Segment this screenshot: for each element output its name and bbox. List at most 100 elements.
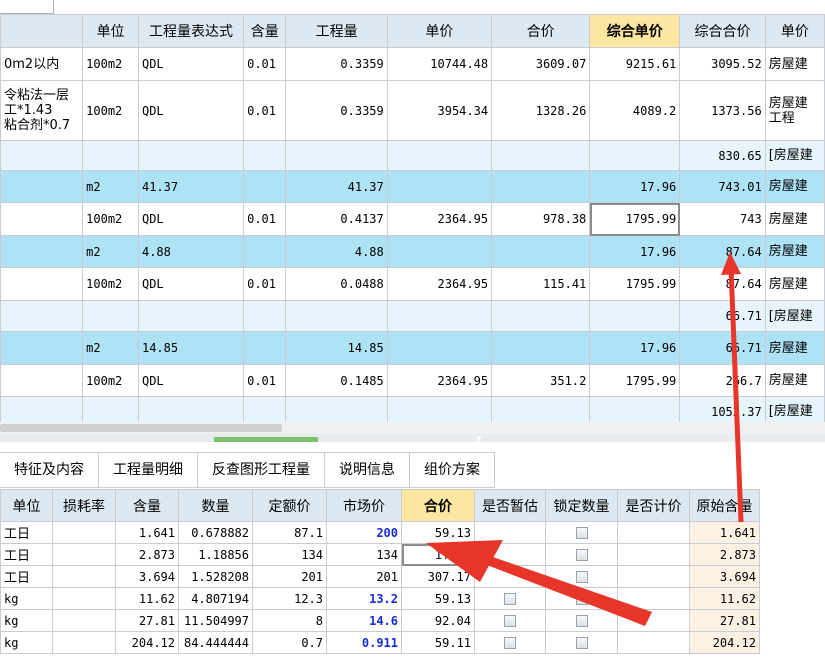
cell-name[interactable]: 令粘法一层 工*1.43 粘合剂*0.7 (0, 80, 84, 141)
cell-loss-rate[interactable] (52, 521, 116, 544)
tab-2[interactable]: 工程量明细 (99, 452, 198, 488)
est-checkbox[interactable] (474, 631, 546, 654)
upper-grid-row[interactable]: m2 14.85 14.85 17.96 66.71 房屋建 (0, 331, 825, 365)
upper-grid-row[interactable]: 0m2以内 100m2 QDL 0.01 0.3359 10744.48 3609.07 92… (0, 47, 825, 81)
price-flag-checkbox[interactable] (617, 609, 690, 632)
cell-quota-price[interactable]: 12.3 (252, 587, 327, 610)
cell-unit[interactable]: kg (0, 631, 53, 654)
upper-col-header[interactable]: 单价 (386, 14, 493, 48)
panel-splitter[interactable]: ▼ (0, 434, 825, 443)
upper-grid-row[interactable]: 100m2 QDL 0.01 0.1485 2364.95 351.2 1795.99 266… (0, 364, 825, 397)
cell-price[interactable]: 10744.48 (386, 47, 493, 81)
cell-total[interactable]: 1?.27 (401, 543, 475, 566)
resource-row[interactable]: 工日 1.641 0.678882 87.1 200 59.13 1.641 (0, 521, 760, 544)
cell-quantity[interactable]: 1.528208 (178, 565, 253, 588)
cell-category[interactable]: 房屋建 (764, 202, 825, 236)
cell-market-price[interactable]: 134 (326, 543, 402, 566)
cell-loss-rate[interactable] (52, 609, 116, 632)
cell-category[interactable]: 房屋建 (764, 364, 825, 397)
upper-col-header[interactable]: 单价 (764, 14, 825, 48)
cell-category[interactable]: 房屋建 (764, 267, 825, 301)
cell-quota-price[interactable]: 201 (252, 565, 327, 588)
upper-grid-row[interactable]: 66.71 [房屋建 (0, 300, 825, 332)
cell-unit[interactable]: 100m2 (82, 80, 139, 141)
cell-unit[interactable]: 100m2 (82, 364, 139, 397)
cell-total[interactable]: 978.38 (491, 202, 591, 236)
cell-quantity[interactable]: 1.18856 (178, 543, 253, 566)
tab-1[interactable]: 特征及内容 (0, 452, 99, 488)
cell-price[interactable]: 2364.95 (386, 267, 493, 301)
cell-total[interactable]: 351.2 (491, 364, 591, 397)
price-flag-checkbox[interactable] (617, 587, 690, 610)
cell-comp-price[interactable]: 1795.99 (589, 202, 681, 236)
checkbox-icon[interactable] (504, 615, 516, 627)
upper-grid-row[interactable]: 830.65 [房屋建 (0, 140, 825, 171)
cell-market-price[interactable]: 200 (326, 521, 402, 544)
est-checkbox[interactable] (474, 587, 546, 610)
cell-content[interactable]: 0.01 (243, 47, 287, 81)
cell-total[interactable] (491, 170, 591, 203)
cell-qty[interactable]: 41.37 (285, 170, 388, 203)
upper-col-header[interactable]: 综合合价 (679, 14, 766, 48)
est-checkbox[interactable] (474, 543, 546, 566)
resource-col-header[interactable]: 合价 (401, 489, 475, 522)
cell-content[interactable]: 204.12 (115, 631, 179, 654)
resource-col-header[interactable]: 锁定数量 (545, 489, 618, 522)
cell-total[interactable] (491, 140, 591, 171)
resource-row[interactable]: 工日 2.873 1.18856 134 134 1?.27 2.873 (0, 543, 760, 566)
cell-comp-price[interactable]: 4089.2 (589, 80, 681, 141)
checkbox-icon[interactable] (504, 593, 516, 605)
cell-comp-total[interactable]: 1052.37 (679, 396, 766, 422)
cell-original-content[interactable]: 3.694 (689, 565, 760, 588)
cell-price[interactable] (386, 396, 493, 422)
cell-expr[interactable]: QDL (137, 202, 245, 236)
cell-unit[interactable] (82, 396, 139, 422)
cell-total[interactable]: 59.11 (401, 631, 475, 654)
cell-original-content[interactable]: 11.62 (689, 587, 760, 610)
upper-col-header[interactable]: 单位 (82, 14, 139, 48)
cell-comp-price[interactable] (589, 300, 681, 332)
resource-row[interactable]: 工日 3.694 1.528208 201 201 307.17 3.694 (0, 565, 760, 588)
cell-original-content[interactable]: 27.81 (689, 609, 760, 632)
cell-unit[interactable] (82, 300, 139, 332)
resource-row[interactable]: kg 11.62 4.807194 12.3 13.2 59.13 11.62 (0, 587, 760, 610)
cell-comp-total[interactable]: 87.64 (679, 235, 766, 268)
cell-qty[interactable] (285, 140, 388, 171)
cell-content[interactable]: 2.873 (115, 543, 179, 566)
cell-qty[interactable]: 0.3359 (285, 80, 388, 141)
cell-total[interactable] (491, 235, 591, 268)
cell-price[interactable] (386, 140, 493, 171)
price-flag-checkbox[interactable] (617, 631, 690, 654)
cell-expr[interactable]: 4.88 (137, 235, 245, 268)
upper-col-header[interactable]: 工程量 (285, 14, 388, 48)
cell-name[interactable] (0, 170, 84, 203)
cell-qty[interactable] (285, 300, 388, 332)
cell-comp-total[interactable]: 3095.52 (679, 47, 766, 81)
horizontal-scrollbar[interactable] (0, 422, 825, 434)
cell-qty[interactable]: 0.0488 (285, 267, 388, 301)
cell-category[interactable]: 房屋建 (764, 235, 825, 268)
top-left-tab[interactable] (0, 0, 54, 14)
checkbox-icon[interactable] (575, 593, 588, 605)
upper-grid-row[interactable]: 1052.37 [房屋建 (0, 396, 825, 422)
cell-price[interactable] (386, 331, 493, 365)
cell-quota-price[interactable]: 8 (252, 609, 327, 632)
cell-total[interactable]: 1328.26 (491, 80, 591, 141)
cell-comp-total[interactable]: 743 (679, 202, 766, 236)
cell-unit[interactable]: 工日 (0, 543, 53, 566)
cell-name[interactable] (0, 364, 84, 397)
cell-comp-total[interactable]: 66.71 (679, 300, 766, 332)
est-checkbox[interactable] (474, 565, 546, 588)
cell-unit[interactable]: kg (0, 587, 53, 610)
cell-name[interactable] (0, 140, 84, 171)
tab-5[interactable]: 组价方案 (410, 452, 495, 488)
checkbox-icon[interactable] (575, 549, 588, 561)
tab-4[interactable]: 说明信息 (325, 452, 410, 488)
cell-qty[interactable] (285, 396, 388, 422)
upper-col-header[interactable]: 工程量表达式 (137, 14, 245, 48)
cell-content[interactable] (243, 140, 287, 171)
cell-content[interactable] (243, 300, 287, 332)
cell-total[interactable]: 115.41 (491, 267, 591, 301)
cell-expr[interactable]: 14.85 (137, 331, 245, 365)
cell-unit[interactable]: 工日 (0, 565, 53, 588)
